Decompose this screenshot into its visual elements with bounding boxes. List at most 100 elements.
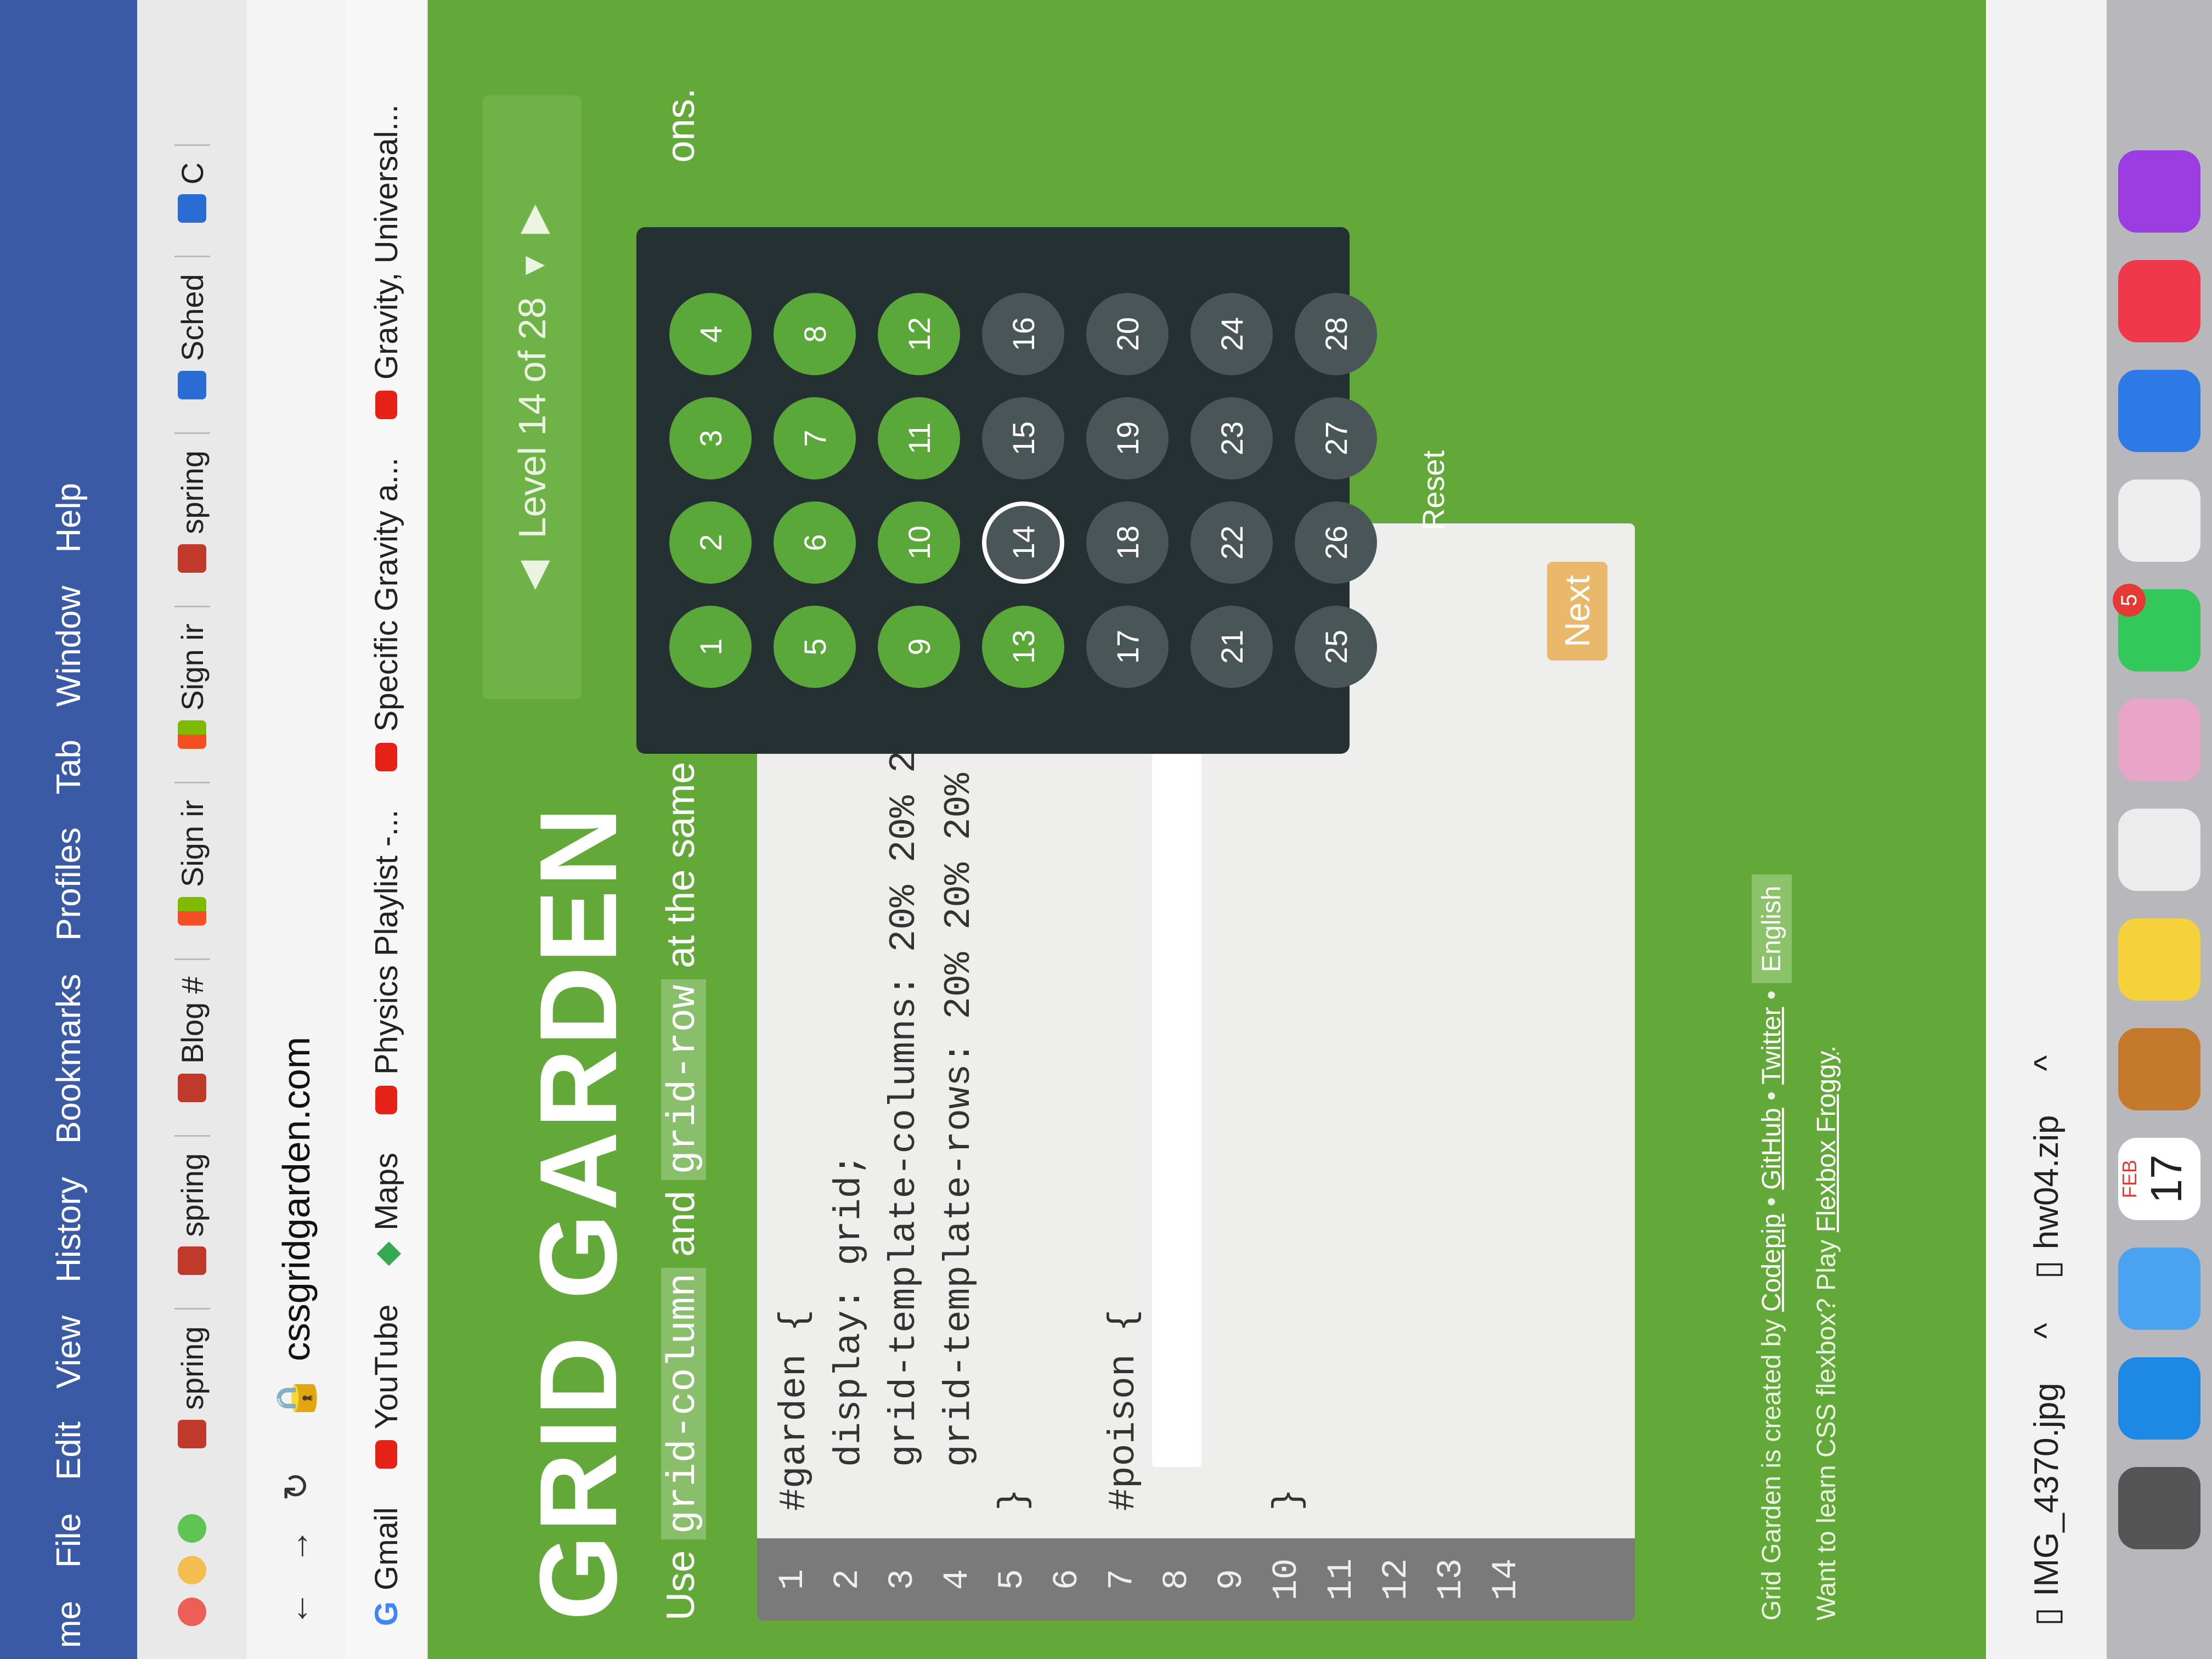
level-selector[interactable]: ◀ Level 14 of 28 ▾ ▶ xyxy=(483,95,582,699)
level-button[interactable]: 15 xyxy=(982,397,1064,479)
menu-tab[interactable]: Tab xyxy=(49,740,88,794)
level-button[interactable]: 26 xyxy=(1295,501,1377,584)
ms-icon xyxy=(178,897,206,926)
calendar-icon[interactable]: FEB 17 xyxy=(2118,1138,2200,1220)
menu-bookmarks[interactable]: Bookmarks xyxy=(49,974,88,1144)
css-input[interactable] xyxy=(1152,754,1201,1467)
level-button[interactable]: 21 xyxy=(1190,606,1273,688)
tab-strip: spring spring Blog # Sign ir Sign ir spr… xyxy=(137,0,247,1659)
language-select[interactable]: English xyxy=(1752,874,1792,983)
level-button[interactable]: 1 xyxy=(669,606,752,688)
menu-history[interactable]: History xyxy=(49,1177,88,1283)
tab-item[interactable]: Blog # xyxy=(174,958,210,1119)
chevron-down-icon[interactable]: ▾ xyxy=(510,256,555,275)
music-icon[interactable] xyxy=(2118,260,2200,342)
menu-help[interactable]: Help xyxy=(49,483,88,553)
reminders-icon[interactable] xyxy=(2118,809,2200,891)
safari-icon[interactable] xyxy=(2118,1357,2200,1440)
keynote-icon[interactable] xyxy=(2118,370,2200,452)
bookmark-gmail[interactable]: G Gmail xyxy=(368,1507,405,1626)
level-button[interactable]: 10 xyxy=(878,501,960,584)
level-button[interactable]: 8 xyxy=(774,293,856,375)
tab-label: Blog # xyxy=(174,977,210,1064)
bookmark-youtube[interactable]: YouTube xyxy=(368,1304,405,1469)
menu-edit[interactable]: Edit xyxy=(49,1421,88,1480)
flexbox-froggy-link[interactable]: Flexbox Froggy xyxy=(1812,1053,1841,1232)
messages-icon[interactable]: 5 xyxy=(2113,584,2200,672)
chevron-up-icon[interactable]: ^ xyxy=(2027,1323,2066,1339)
tab-item[interactable]: spring xyxy=(174,432,210,589)
app-icon[interactable] xyxy=(2118,1028,2200,1110)
bookmark-physics[interactable]: Physics Playlist -... xyxy=(368,810,405,1115)
level-button[interactable]: 27 xyxy=(1295,397,1377,479)
level-button[interactable]: 25 xyxy=(1295,606,1377,688)
menu-app[interactable]: me xyxy=(49,1601,88,1648)
level-button[interactable]: 23 xyxy=(1190,397,1273,479)
bookmark-maps[interactable]: ◆ Maps xyxy=(368,1153,405,1266)
menu-view[interactable]: View xyxy=(49,1316,88,1389)
mail-icon[interactable] xyxy=(2118,1248,2200,1330)
line-number: 2 xyxy=(828,1568,868,1590)
launchpad-icon[interactable] xyxy=(2118,1467,2200,1549)
download-item[interactable]: ▯ hw04.zip ^ xyxy=(2027,1055,2067,1279)
tab-item[interactable]: Sched xyxy=(174,256,210,416)
file-icon: ▯ xyxy=(2028,1607,2066,1626)
bookmark-universal[interactable]: Gravity, Universal... xyxy=(368,104,405,419)
level-button[interactable]: 28 xyxy=(1295,293,1377,375)
lock-icon: 🔒 xyxy=(274,1374,317,1423)
menu-file[interactable]: File xyxy=(49,1513,88,1568)
codepip-link[interactable]: Codepip xyxy=(1757,1214,1786,1312)
minimize-button[interactable] xyxy=(178,1556,206,1584)
level-button[interactable]: 24 xyxy=(1190,293,1273,375)
level-button[interactable]: 20 xyxy=(1086,293,1169,375)
level-button[interactable]: 19 xyxy=(1086,397,1169,479)
level-button[interactable]: 22 xyxy=(1190,501,1273,584)
github-link[interactable]: GitHub xyxy=(1757,1108,1786,1189)
tab-item[interactable]: spring xyxy=(174,1135,210,1292)
menu-profiles[interactable]: Profiles xyxy=(49,827,88,941)
level-button[interactable]: 2 xyxy=(669,501,752,584)
level-button[interactable]: 6 xyxy=(774,501,856,584)
level-button[interactable]: 5 xyxy=(774,606,856,688)
level-button[interactable]: 12 xyxy=(878,293,960,375)
photos-icon[interactable] xyxy=(2118,699,2200,781)
level-button[interactable]: 18 xyxy=(1086,501,1169,584)
line-number: 4 xyxy=(938,1568,978,1590)
notes-icon[interactable] xyxy=(2118,918,2200,1001)
level-button[interactable]: 7 xyxy=(774,397,856,479)
back-icon[interactable]: ← xyxy=(276,1591,317,1626)
next-button[interactable]: Next xyxy=(1547,562,1607,661)
close-button[interactable] xyxy=(178,1598,206,1626)
numbers-icon[interactable] xyxy=(2118,479,2200,562)
menu-window[interactable]: Window xyxy=(49,586,88,707)
level-button[interactable]: 11 xyxy=(878,397,960,479)
prev-level-icon[interactable]: ◀ xyxy=(510,560,555,590)
forward-icon[interactable]: → xyxy=(276,1528,317,1564)
reload-icon[interactable]: ↻ xyxy=(276,1471,317,1501)
level-button[interactable]: 16 xyxy=(982,293,1064,375)
url-field[interactable]: 🔒 cssgridgarden.com xyxy=(274,1037,319,1423)
level-button[interactable]: 13 xyxy=(982,606,1064,688)
download-item[interactable]: ▯ IMG_4370.jpg ^ xyxy=(2027,1323,2067,1626)
zoom-button[interactable] xyxy=(178,1514,206,1543)
tab-item[interactable]: spring xyxy=(174,1308,210,1465)
twitter-link[interactable]: Twitter xyxy=(1757,1007,1786,1084)
tab-item[interactable]: Sign ir xyxy=(174,782,210,943)
level-button[interactable]: 4 xyxy=(669,293,752,375)
reset-button[interactable]: Reset xyxy=(1415,260,1451,721)
level-button[interactable]: 9 xyxy=(878,606,960,688)
chevron-up-icon[interactable]: ^ xyxy=(2027,1055,2066,1071)
level-button[interactable]: 17 xyxy=(1086,606,1169,688)
tab-item[interactable]: C xyxy=(174,144,210,240)
level-button-current[interactable]: 14 xyxy=(982,501,1064,584)
next-level-icon[interactable]: ▶ xyxy=(510,205,555,234)
level-label[interactable]: Level 14 of 28 xyxy=(510,297,554,539)
level-button[interactable]: 3 xyxy=(669,397,752,479)
badge: 5 xyxy=(2113,584,2146,617)
podcasts-icon[interactable] xyxy=(2118,150,2200,233)
line-number: 10 xyxy=(1267,1558,1307,1601)
bookmark-gravity[interactable]: Specific Gravity a... xyxy=(368,458,405,771)
tab-item[interactable]: Sign ir xyxy=(174,605,210,766)
m-icon xyxy=(178,1073,206,1102)
youtube-icon xyxy=(375,391,397,419)
